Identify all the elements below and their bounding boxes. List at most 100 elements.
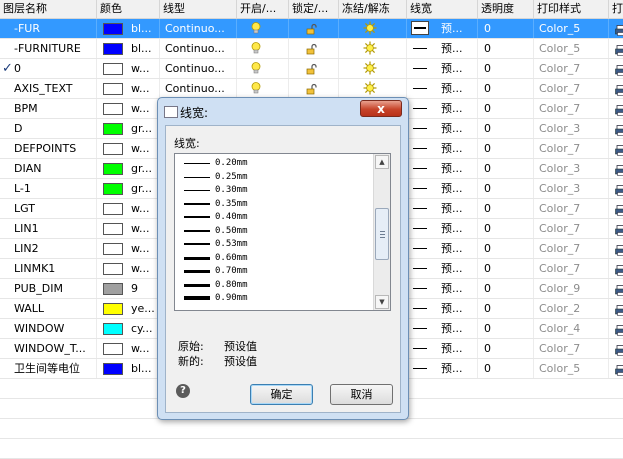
plot-style-cell[interactable]: Color_7	[534, 59, 609, 78]
transparency-cell[interactable]: 0	[478, 99, 534, 118]
cancel-button[interactable]: 取消	[330, 384, 393, 405]
column-header-9[interactable]: 打	[609, 0, 623, 18]
layer-color-cell[interactable]: ye...	[97, 299, 160, 318]
column-header-2[interactable]: 线型	[160, 0, 237, 18]
lineweight-cell[interactable]: 预...	[407, 259, 478, 278]
plot-style-cell[interactable]: Color_7	[534, 219, 609, 238]
layer-color-cell[interactable]: w...	[97, 239, 160, 258]
plot-toggle[interactable]	[609, 19, 623, 38]
lineweight-cell[interactable]: 预...	[407, 119, 478, 138]
lineweight-option[interactable]: 0.40mm	[178, 211, 373, 224]
layer-color-cell[interactable]: w...	[97, 139, 160, 158]
lineweight-cell[interactable]: 预...	[407, 39, 478, 58]
plot-toggle[interactable]	[609, 299, 623, 318]
lineweight-cell[interactable]: 预...	[407, 319, 478, 338]
plot-style-cell[interactable]: Color_7	[534, 199, 609, 218]
scroll-down-button[interactable]: ▼	[375, 295, 389, 309]
plot-toggle[interactable]	[609, 39, 623, 58]
lineweight-cell[interactable]: 预...	[407, 159, 478, 178]
layer-color-cell[interactable]: bl...	[97, 19, 160, 38]
layer-row[interactable]: ✓0 w...Continuo... 预...0Color_7	[0, 59, 623, 79]
transparency-cell[interactable]: 0	[478, 199, 534, 218]
transparency-cell[interactable]: 0	[478, 19, 534, 38]
lineweight-cell[interactable]: 预...	[407, 199, 478, 218]
plot-style-cell[interactable]: Color_5	[534, 359, 609, 378]
lineweight-option[interactable]: 0.20mm	[178, 157, 373, 170]
plot-style-cell[interactable]: Color_5	[534, 19, 609, 38]
transparency-cell[interactable]: 0	[478, 319, 534, 338]
on-toggle[interactable]	[237, 19, 289, 38]
transparency-cell[interactable]: 0	[478, 359, 534, 378]
plot-style-cell[interactable]: Color_7	[534, 79, 609, 98]
plot-toggle[interactable]	[609, 159, 623, 178]
transparency-cell[interactable]: 0	[478, 339, 534, 358]
help-icon[interactable]: ?	[176, 384, 190, 398]
transparency-cell[interactable]: 0	[478, 139, 534, 158]
scroll-up-button[interactable]: ▲	[375, 155, 389, 169]
column-header-0[interactable]: 图层名称	[0, 0, 97, 18]
plot-toggle[interactable]	[609, 199, 623, 218]
lineweight-cell[interactable]: 预...	[407, 239, 478, 258]
plot-toggle[interactable]	[609, 179, 623, 198]
transparency-cell[interactable]: 0	[478, 179, 534, 198]
lineweight-cell[interactable]: 预...	[407, 179, 478, 198]
plot-toggle[interactable]	[609, 119, 623, 138]
transparency-cell[interactable]: 0	[478, 279, 534, 298]
transparency-cell[interactable]: 0	[478, 159, 534, 178]
plot-style-cell[interactable]: Color_7	[534, 259, 609, 278]
plot-style-cell[interactable]: Color_4	[534, 319, 609, 338]
plot-toggle[interactable]	[609, 99, 623, 118]
lock-toggle[interactable]	[289, 79, 339, 98]
lineweight-cell[interactable]: 预...	[407, 139, 478, 158]
lineweight-option[interactable]: 0.35mm	[178, 198, 373, 211]
layer-color-cell[interactable]: gr...	[97, 179, 160, 198]
layer-color-cell[interactable]: w...	[97, 99, 160, 118]
lock-toggle[interactable]	[289, 59, 339, 78]
lineweight-option[interactable]: 0.80mm	[178, 279, 373, 292]
plot-toggle[interactable]	[609, 139, 623, 158]
freeze-toggle[interactable]	[339, 39, 407, 58]
column-header-5[interactable]: 冻结/解冻	[339, 0, 407, 18]
lineweight-list[interactable]: 0.20mm 0.25mm 0.30mm 0.35mm 0.40mm 0.50m…	[174, 153, 391, 311]
layer-color-cell[interactable]: w...	[97, 199, 160, 218]
on-toggle[interactable]	[237, 79, 289, 98]
plot-toggle[interactable]	[609, 59, 623, 78]
on-toggle[interactable]	[237, 59, 289, 78]
lineweight-option[interactable]: 0.60mm	[178, 252, 373, 265]
lineweight-option[interactable]: 0.30mm	[178, 184, 373, 197]
freeze-toggle[interactable]	[339, 19, 407, 38]
plot-style-cell[interactable]: Color_7	[534, 99, 609, 118]
lineweight-option[interactable]: 0.70mm	[178, 265, 373, 278]
lock-toggle[interactable]	[289, 19, 339, 38]
plot-style-cell[interactable]: Color_7	[534, 139, 609, 158]
linetype-cell[interactable]: Continuo...	[160, 59, 237, 78]
plot-style-cell[interactable]: Color_3	[534, 119, 609, 138]
lineweight-cell[interactable]: 预...	[407, 79, 478, 98]
transparency-cell[interactable]: 0	[478, 219, 534, 238]
column-header-8[interactable]: 打印样式	[534, 0, 609, 18]
lock-toggle[interactable]	[289, 39, 339, 58]
close-button[interactable]: x	[360, 100, 402, 117]
layer-color-cell[interactable]: gr...	[97, 119, 160, 138]
lineweight-cell[interactable]: 预...	[407, 59, 478, 78]
freeze-toggle[interactable]	[339, 79, 407, 98]
transparency-cell[interactable]: 0	[478, 259, 534, 278]
lineweight-cell[interactable]: 预...	[407, 339, 478, 358]
plot-toggle[interactable]	[609, 359, 623, 378]
column-header-4[interactable]: 锁定/...	[289, 0, 339, 18]
lineweight-option[interactable]: 0.53mm	[178, 238, 373, 251]
plot-toggle[interactable]	[609, 219, 623, 238]
lineweight-cell[interactable]: 预...	[407, 279, 478, 298]
column-header-7[interactable]: 透明度	[478, 0, 534, 18]
transparency-cell[interactable]: 0	[478, 119, 534, 138]
transparency-cell[interactable]: 0	[478, 59, 534, 78]
lineweight-cell[interactable]: 预...	[407, 19, 478, 38]
lineweight-option[interactable]: 0.25mm	[178, 171, 373, 184]
layer-row[interactable]: -FUR bl...Continuo... 预...0Color_5	[0, 19, 623, 39]
plot-toggle[interactable]	[609, 239, 623, 258]
column-header-6[interactable]: 线宽	[407, 0, 478, 18]
lineweight-cell[interactable]: 预...	[407, 219, 478, 238]
transparency-cell[interactable]: 0	[478, 299, 534, 318]
plot-toggle[interactable]	[609, 339, 623, 358]
plot-style-cell[interactable]: Color_7	[534, 339, 609, 358]
